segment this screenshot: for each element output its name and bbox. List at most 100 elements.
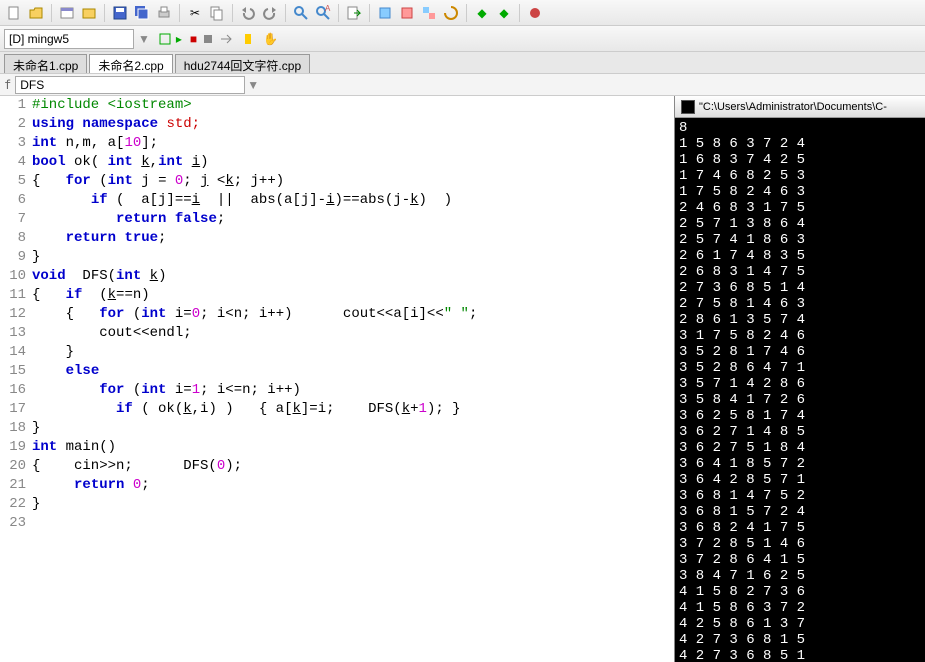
- code-line[interactable]: 15 else: [0, 362, 674, 381]
- code-content[interactable]: #include <iostream>: [32, 96, 192, 115]
- line-number: 9: [0, 248, 32, 267]
- open-project-icon[interactable]: [80, 4, 98, 22]
- code-content[interactable]: }: [32, 419, 40, 438]
- code-line[interactable]: 21 return 0;: [0, 476, 674, 495]
- record-icon[interactable]: ■: [190, 32, 197, 46]
- line-number: 19: [0, 438, 32, 457]
- prev-icon[interactable]: ◆: [473, 4, 491, 22]
- rebuild-icon[interactable]: [442, 4, 460, 22]
- console-titlebar[interactable]: "C:\Users\Administrator\Documents\C-: [675, 96, 925, 118]
- line-number: 5: [0, 172, 32, 191]
- code-content[interactable]: int n,m, a[10];: [32, 134, 158, 153]
- code-content[interactable]: int main(): [32, 438, 116, 457]
- code-line[interactable]: 6 if ( a[j]==i || abs(a[j]-i)==abs(j-k) …: [0, 191, 674, 210]
- compile-icon[interactable]: [376, 4, 394, 22]
- line-number: 8: [0, 229, 32, 248]
- find-icon[interactable]: [292, 4, 310, 22]
- tab-file-2[interactable]: 未命名2.cpp: [89, 54, 172, 73]
- code-content[interactable]: { if (k==n): [32, 286, 150, 305]
- code-content[interactable]: cout<<endl;: [32, 324, 192, 343]
- line-number: 14: [0, 343, 32, 362]
- open-icon[interactable]: [27, 4, 45, 22]
- code-content[interactable]: }: [32, 495, 40, 514]
- goto-icon[interactable]: [345, 4, 363, 22]
- console-output[interactable]: 8 1 5 8 6 3 7 2 4 1 6 8 3 7 4 2 5 1 7 4 …: [675, 118, 925, 662]
- code-line[interactable]: 2using namespace std;: [0, 115, 674, 134]
- line-number: 12: [0, 305, 32, 324]
- insert2-icon[interactable]: ▸: [176, 32, 182, 46]
- code-line[interactable]: 18}: [0, 419, 674, 438]
- line-number: 7: [0, 210, 32, 229]
- code-line[interactable]: 12 { for (int i=0; i<n; i++) cout<<a[i]<…: [0, 305, 674, 324]
- code-content[interactable]: using namespace std;: [32, 115, 200, 134]
- target-dropdown[interactable]: [4, 29, 134, 49]
- function-dropdown[interactable]: [15, 76, 245, 94]
- step-icon[interactable]: [219, 32, 233, 46]
- line-number: 13: [0, 324, 32, 343]
- code-content[interactable]: { for (int i=0; i<n; i++) cout<<a[i]<<" …: [32, 305, 477, 324]
- next-icon[interactable]: ◆: [495, 4, 513, 22]
- code-content[interactable]: void DFS(int k): [32, 267, 166, 286]
- code-content[interactable]: else: [32, 362, 99, 381]
- code-content[interactable]: }: [32, 248, 40, 267]
- line-number: 21: [0, 476, 32, 495]
- code-content[interactable]: return 0;: [32, 476, 150, 495]
- replace-icon[interactable]: A: [314, 4, 332, 22]
- code-content[interactable]: { cin>>n; DFS(0);: [32, 457, 242, 476]
- redo-icon[interactable]: [261, 4, 279, 22]
- line-number: 23: [0, 514, 32, 533]
- code-line[interactable]: 7 return false;: [0, 210, 674, 229]
- code-content[interactable]: return true;: [32, 229, 166, 248]
- code-line[interactable]: 22}: [0, 495, 674, 514]
- cut-icon[interactable]: ✂: [186, 4, 204, 22]
- tab-file-1[interactable]: 未命名1.cpp: [4, 54, 87, 73]
- function-symbol: f: [4, 78, 11, 92]
- line-number: 6: [0, 191, 32, 210]
- code-content[interactable]: for (int i=1; i<=n; i++): [32, 381, 301, 400]
- code-content[interactable]: { for (int j = 0; j <k; j++): [32, 172, 284, 191]
- code-content[interactable]: bool ok( int k,int i): [32, 153, 209, 172]
- save-all-icon[interactable]: [133, 4, 151, 22]
- line-number: 20: [0, 457, 32, 476]
- line-number: 17: [0, 400, 32, 419]
- code-line[interactable]: 3int n,m, a[10];: [0, 134, 674, 153]
- code-content[interactable]: }: [32, 343, 74, 362]
- line-number: 22: [0, 495, 32, 514]
- compile-run-icon[interactable]: [420, 4, 438, 22]
- stop-icon[interactable]: [201, 32, 215, 46]
- run-icon[interactable]: [398, 4, 416, 22]
- code-line[interactable]: 9}: [0, 248, 674, 267]
- code-line[interactable]: 10void DFS(int k): [0, 267, 674, 286]
- code-line[interactable]: 5{ for (int j = 0; j <k; j++): [0, 172, 674, 191]
- code-line[interactable]: 17 if ( ok(k,i) ) { a[k]=i; DFS(k+1); }: [0, 400, 674, 419]
- line-number: 1: [0, 96, 32, 115]
- code-line[interactable]: 8 return true;: [0, 229, 674, 248]
- save-icon[interactable]: [111, 4, 129, 22]
- code-line[interactable]: 23: [0, 514, 674, 533]
- code-line[interactable]: 11{ if (k==n): [0, 286, 674, 305]
- insert-icon[interactable]: [158, 32, 172, 46]
- undo-icon[interactable]: [239, 4, 257, 22]
- new-project-icon[interactable]: [58, 4, 76, 22]
- console-icon: [681, 100, 695, 114]
- code-content[interactable]: return false;: [32, 210, 225, 229]
- line-number: 11: [0, 286, 32, 305]
- code-line[interactable]: 13 cout<<endl;: [0, 324, 674, 343]
- code-line[interactable]: 20{ cin>>n; DFS(0);: [0, 457, 674, 476]
- code-editor[interactable]: 1#include <iostream>2using namespace std…: [0, 96, 674, 662]
- print-icon[interactable]: [155, 4, 173, 22]
- code-content[interactable]: if ( a[j]==i || abs(a[j]-i)==abs(j-k) ): [32, 191, 452, 210]
- tab-file-3[interactable]: hdu2744回文字符.cpp: [175, 54, 310, 73]
- new-file-icon[interactable]: [5, 4, 23, 22]
- copy-icon[interactable]: [208, 4, 226, 22]
- hand-icon[interactable]: ✋: [263, 32, 278, 46]
- line-number: 10: [0, 267, 32, 286]
- debug-icon[interactable]: [526, 4, 544, 22]
- code-line[interactable]: 4bool ok( int k,int i): [0, 153, 674, 172]
- code-line[interactable]: 16 for (int i=1; i<=n; i++): [0, 381, 674, 400]
- code-line[interactable]: 14 }: [0, 343, 674, 362]
- bookmark-icon[interactable]: [241, 32, 255, 46]
- code-line[interactable]: 19int main(): [0, 438, 674, 457]
- code-content[interactable]: if ( ok(k,i) ) { a[k]=i; DFS(k+1); }: [32, 400, 461, 419]
- code-line[interactable]: 1#include <iostream>: [0, 96, 674, 115]
